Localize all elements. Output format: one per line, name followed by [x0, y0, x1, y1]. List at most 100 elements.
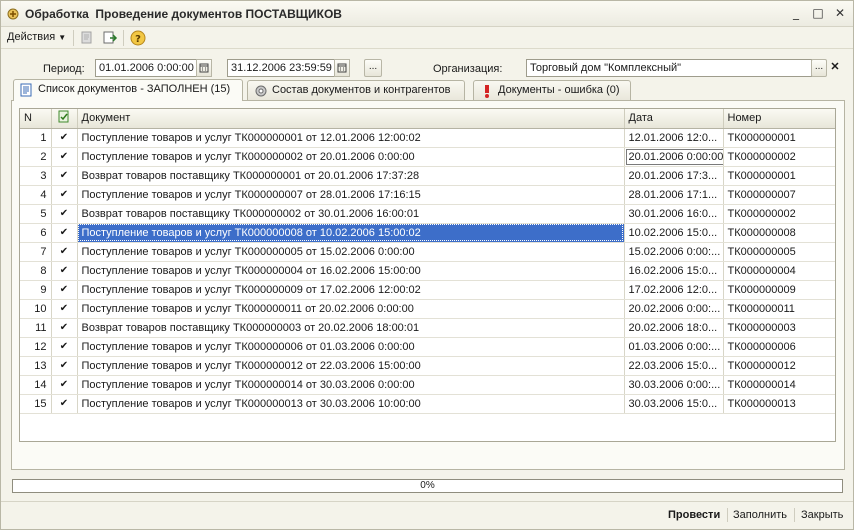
- row-document[interactable]: Возврат товаров поставщику ТК000000003 о…: [77, 318, 625, 338]
- row-number-code[interactable]: ТК000000014: [723, 375, 835, 395]
- row-number-code[interactable]: ТК000000001: [723, 166, 835, 186]
- table-row[interactable]: 10 ✔ Поступление товаров и услуг ТК0000000…: [20, 299, 835, 319]
- column-header-n[interactable]: N: [20, 109, 52, 129]
- row-document[interactable]: Возврат товаров поставщику ТК000000001 о…: [77, 166, 625, 186]
- maximize-button[interactable]: □: [811, 7, 825, 21]
- refresh-icon[interactable]: [79, 30, 95, 46]
- row-document[interactable]: Поступление товаров и услуг ТК000000002 …: [77, 147, 625, 167]
- row-date[interactable]: 20.02.2006 18:0...: [624, 318, 724, 338]
- row-date: 20.01.2006 0:00:00: [625, 148, 722, 165]
- row-date[interactable]: 12.01.2006 12:0...: [624, 128, 724, 148]
- row-number: 3: [20, 166, 52, 186]
- row-number-code[interactable]: ТК000000013: [723, 394, 835, 414]
- table-row[interactable]: 1 ✔ Поступление товаров и услуг ТК00000000…: [20, 128, 835, 148]
- tab-errors[interactable]: Документы - ошибка (0): [473, 80, 631, 100]
- row-document[interactable]: Поступление товаров и услуг ТК000000005 …: [77, 242, 625, 262]
- date-to-field[interactable]: 31.12.2006 23:59:59: [227, 59, 335, 77]
- calendar-icon: [199, 63, 209, 73]
- table-row[interactable]: 13 ✔ Поступление товаров и услуг ТК0000000…: [20, 356, 835, 376]
- period-select-button[interactable]: ...: [364, 59, 382, 77]
- row-document[interactable]: Поступление товаров и услуг ТК000000006 …: [77, 337, 625, 357]
- table-row[interactable]: 5 ✔ Возврат товаров поставщику ТК000000002…: [20, 204, 835, 224]
- period-label: Период:: [43, 63, 85, 75]
- row-document[interactable]: Возврат товаров поставщику ТК000000002 о…: [77, 204, 625, 224]
- row-number-code[interactable]: ТК000000003: [723, 318, 835, 338]
- gear-icon: [255, 85, 267, 97]
- row-document[interactable]: Поступление товаров и услуг ТК000000013 …: [77, 394, 625, 414]
- table-row[interactable]: 6 ✔ Поступление товаров и услуг ТК00000000…: [20, 223, 835, 243]
- row-document[interactable]: Поступление товаров и услуг ТК000000004 …: [77, 261, 625, 281]
- close-form-button[interactable]: Закрыть: [801, 509, 843, 521]
- row-number-code[interactable]: ТК000000002: [723, 147, 835, 167]
- table-row[interactable]: 12 ✔ Поступление товаров и услуг ТК0000000…: [20, 337, 835, 357]
- table-row[interactable]: 2 ✔ Поступление товаров и услуг ТК00000000…: [20, 147, 835, 167]
- row-number: 9: [20, 280, 52, 300]
- tab-document-list[interactable]: Список документов - ЗАПОЛНЕН (15): [13, 79, 243, 101]
- export-icon[interactable]: [102, 30, 118, 46]
- organization-clear-button[interactable]: ✕: [828, 59, 842, 77]
- row-date[interactable]: 28.01.2006 17:1...: [624, 185, 724, 205]
- row-date[interactable]: 22.03.2006 15:0...: [624, 356, 724, 376]
- row-number-code[interactable]: ТК000000002: [723, 204, 835, 224]
- row-number-code[interactable]: ТК000000011: [723, 299, 835, 319]
- table-row[interactable]: 8 ✔ Поступление товаров и услуг ТК00000000…: [20, 261, 835, 281]
- row-date[interactable]: 15.02.2006 0:00:...: [624, 242, 724, 262]
- table-row[interactable]: 9 ✔ Поступление товаров и услуг ТК00000000…: [20, 280, 835, 300]
- row-date[interactable]: 20.02.2006 0:00:...: [624, 299, 724, 319]
- row-date[interactable]: 20.01.2006 17:3...: [624, 166, 724, 186]
- row-date[interactable]: 01.03.2006 0:00:...: [624, 337, 724, 357]
- column-header-date[interactable]: Дата: [624, 109, 724, 129]
- row-date-cell[interactable]: 20.01.2006 0:00:00: [624, 147, 724, 167]
- row-date[interactable]: 16.02.2006 15:0...: [624, 261, 724, 281]
- column-header-number[interactable]: Номер: [723, 109, 835, 129]
- row-number-code[interactable]: ТК000000001: [723, 128, 835, 148]
- row-number-code[interactable]: ТК000000005: [723, 242, 835, 262]
- fill-button[interactable]: Заполнить: [733, 509, 787, 521]
- row-document[interactable]: Поступление товаров и услуг ТК000000011 …: [77, 299, 625, 319]
- row-number-code[interactable]: ТК000000004: [723, 261, 835, 281]
- column-header-document[interactable]: Документ: [77, 109, 625, 129]
- row-number: 13: [20, 356, 52, 376]
- row-number: 10: [20, 299, 52, 319]
- table-row[interactable]: 3 ✔ Возврат товаров поставщику ТК000000001…: [20, 166, 835, 186]
- row-number-code[interactable]: ТК000000006: [723, 337, 835, 357]
- organization-select-button[interactable]: ...: [811, 59, 827, 77]
- date-from-field[interactable]: 01.01.2006 0:00:00: [95, 59, 197, 77]
- posted-check-icon: ✔: [51, 337, 78, 357]
- row-document[interactable]: Поступление товаров и услуг ТК000000014 …: [77, 375, 625, 395]
- help-icon[interactable]: ?: [130, 30, 146, 46]
- row-number-code[interactable]: ТК000000008: [723, 223, 835, 243]
- column-header-check[interactable]: [51, 109, 78, 129]
- row-date[interactable]: 17.02.2006 12:0...: [624, 280, 724, 300]
- row-number-code[interactable]: ТК000000007: [723, 185, 835, 205]
- actions-menu-button[interactable]: Действия ▼: [7, 31, 66, 43]
- table-row[interactable]: 15 ✔ Поступление товаров и услуг ТК0000000…: [20, 394, 835, 414]
- date-to-calendar-button[interactable]: [334, 59, 350, 77]
- minimize-button[interactable]: _: [789, 7, 803, 21]
- row-document[interactable]: Поступление товаров и услуг ТК000000007 …: [77, 185, 625, 205]
- posted-check-icon: ✔: [51, 128, 78, 148]
- table-row[interactable]: 14 ✔ Поступление товаров и услуг ТК0000000…: [20, 375, 835, 395]
- documents-table[interactable]: N Документ Дата Номер 1 ✔ Поступление това…: [19, 108, 836, 442]
- close-button[interactable]: ✕: [833, 7, 847, 21]
- row-date[interactable]: 30.03.2006 0:00:...: [624, 375, 724, 395]
- tab-errors-label: Документы - ошибка (0): [498, 84, 620, 96]
- row-document[interactable]: Поступление товаров и услуг ТК000000001 …: [77, 128, 625, 148]
- row-date[interactable]: 30.03.2006 15:0...: [624, 394, 724, 414]
- table-row[interactable]: 7 ✔ Поступление товаров и услуг ТК00000000…: [20, 242, 835, 262]
- row-date[interactable]: 30.01.2006 16:0...: [624, 204, 724, 224]
- table-row[interactable]: 11 ✔ Возврат товаров поставщику ТК00000000…: [20, 318, 835, 338]
- date-from-calendar-button[interactable]: [196, 59, 212, 77]
- row-number-code[interactable]: ТК000000012: [723, 356, 835, 376]
- row-document[interactable]: Поступление товаров и услуг ТК000000012 …: [77, 356, 625, 376]
- row-date[interactable]: 10.02.2006 15:0...: [624, 223, 724, 243]
- table-row[interactable]: 4 ✔ Поступление товаров и услуг ТК00000000…: [20, 185, 835, 205]
- tab-contents-label: Состав документов и контрагентов: [272, 84, 451, 96]
- post-button[interactable]: Провести: [668, 509, 720, 521]
- row-document[interactable]: Поступление товаров и услуг ТК000000008 …: [77, 223, 625, 243]
- organization-field[interactable]: Торговый дом "Комплексный": [526, 59, 812, 77]
- row-number-code[interactable]: ТК000000009: [723, 280, 835, 300]
- posted-check-icon: ✔: [51, 261, 78, 281]
- row-document[interactable]: Поступление товаров и услуг ТК000000009 …: [77, 280, 625, 300]
- tab-contents[interactable]: Состав документов и контрагентов: [247, 80, 465, 100]
